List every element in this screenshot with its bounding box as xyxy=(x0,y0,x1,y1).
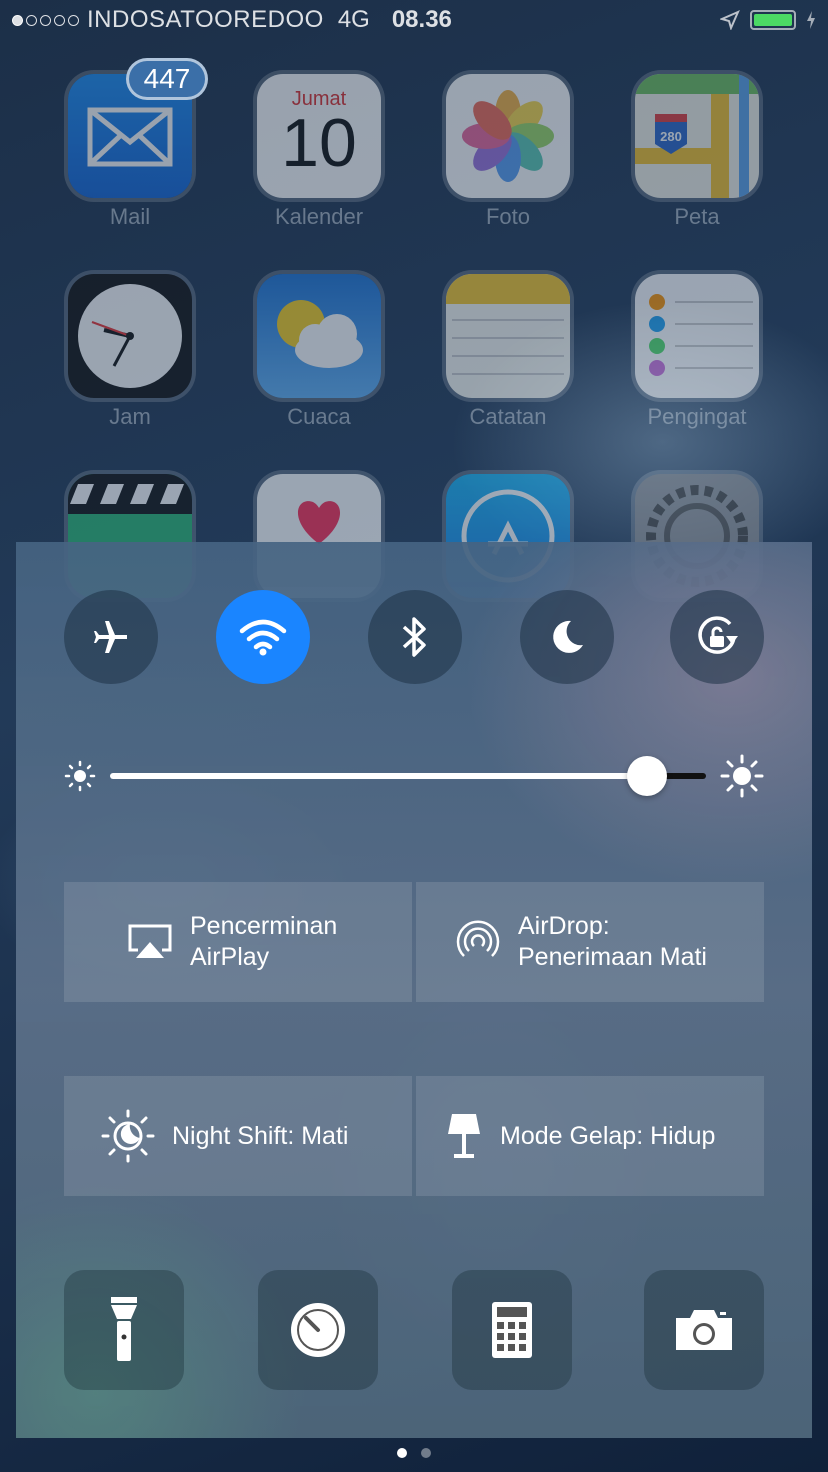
airdrop-line2: Penerimaan Mati xyxy=(518,943,707,971)
brightness-thumb[interactable] xyxy=(627,756,667,796)
app-label: Pengingat xyxy=(647,404,747,429)
airplane-icon xyxy=(94,621,127,653)
night-shift-icon xyxy=(100,1108,156,1164)
highway-number: 280 xyxy=(660,129,682,144)
bluetooth-toggle[interactable] xyxy=(368,590,462,684)
airplay-line1: Pencerminan xyxy=(190,912,338,940)
status-bar: INDOSATOOREDOO 4G 08.36 xyxy=(0,0,828,40)
wifi-toggle[interactable] xyxy=(216,590,310,684)
bluetooth-icon xyxy=(402,617,426,657)
flashlight-icon xyxy=(111,1297,137,1361)
airdrop-label: AirDrop: Penerimaan Mati xyxy=(518,911,707,973)
app-label: Catatan xyxy=(469,404,547,429)
mail-badge: 447 xyxy=(126,58,208,100)
status-time: 08.36 xyxy=(391,6,452,33)
airplay-line2: AirPlay xyxy=(190,943,270,971)
camera-icon xyxy=(676,1310,732,1350)
airplay-label: Pencerminan AirPlay xyxy=(190,911,337,973)
moon-icon xyxy=(553,620,583,653)
signal-strength-icon xyxy=(12,14,79,26)
maps-icon: 280 xyxy=(635,74,759,198)
location-icon xyxy=(720,10,740,30)
night-shift-button[interactable]: Night Shift: Mati xyxy=(64,1076,412,1196)
network-type: 4G xyxy=(337,6,370,33)
page-dot xyxy=(421,1448,431,1458)
app-label: Peta xyxy=(674,204,720,229)
app-maps[interactable]: 280 Peta xyxy=(635,74,759,230)
reminders-icon xyxy=(635,274,759,398)
airplay-icon xyxy=(126,922,174,962)
app-label: Jam xyxy=(109,404,151,429)
charging-icon xyxy=(807,11,815,29)
brightness-low-icon xyxy=(64,760,96,792)
brightness-track-filled xyxy=(110,773,650,779)
airplay-mirroring-button[interactable]: Pencerminan AirPlay xyxy=(64,882,412,1002)
do-not-disturb-toggle[interactable] xyxy=(520,590,614,684)
timer-button[interactable] xyxy=(258,1270,378,1390)
battery-icon xyxy=(750,10,796,30)
app-label: Foto xyxy=(485,204,531,229)
clock-icon xyxy=(68,274,192,398)
app-weather[interactable]: Cuaca xyxy=(257,274,381,430)
calendar-day-number: 10 xyxy=(281,105,357,181)
airdrop-icon xyxy=(454,918,502,966)
camera-button[interactable] xyxy=(644,1270,764,1390)
airplane-mode-toggle[interactable] xyxy=(64,590,158,684)
brightness-high-icon xyxy=(720,754,764,798)
brightness-slider[interactable] xyxy=(64,754,764,798)
app-label: Kalender xyxy=(274,204,364,229)
app-label: Cuaca xyxy=(287,404,351,429)
airdrop-button[interactable]: AirDrop: Penerimaan Mati xyxy=(416,882,764,1002)
calendar-icon: Jumat 10 xyxy=(257,74,381,198)
weather-icon xyxy=(257,274,381,398)
timer-icon xyxy=(291,1303,345,1357)
calculator-button[interactable] xyxy=(452,1270,572,1390)
dark-mode-button[interactable]: Mode Gelap: Hidup xyxy=(416,1076,764,1196)
carrier-name: INDOSATOOREDOO xyxy=(87,6,324,33)
page-indicator[interactable] xyxy=(0,1448,828,1458)
photos-icon xyxy=(446,74,570,198)
app-clock[interactable]: Jam xyxy=(68,274,192,430)
dark-mode-label: Mode Gelap: Hidup xyxy=(500,1121,716,1150)
notes-icon xyxy=(446,274,570,398)
app-label: Mail xyxy=(109,204,151,229)
airdrop-line1: AirDrop: xyxy=(518,912,610,940)
control-center: Pencerminan AirPlay AirDrop: Penerimaan … xyxy=(16,542,812,1438)
rotation-lock-toggle[interactable] xyxy=(670,590,764,684)
night-shift-label: Night Shift: Mati xyxy=(172,1121,349,1150)
page-dot-active xyxy=(397,1448,407,1458)
app-photos[interactable]: Foto xyxy=(446,74,570,230)
wifi-icon xyxy=(239,619,287,656)
calculator-icon xyxy=(492,1302,532,1358)
app-notes[interactable]: Catatan xyxy=(446,274,570,430)
flashlight-button[interactable] xyxy=(64,1270,184,1390)
rotation-lock-icon xyxy=(698,616,738,654)
lamp-icon xyxy=(444,1110,484,1162)
app-calendar[interactable]: Jumat 10 Kalender xyxy=(257,74,381,230)
app-reminders[interactable]: Pengingat xyxy=(635,274,759,430)
